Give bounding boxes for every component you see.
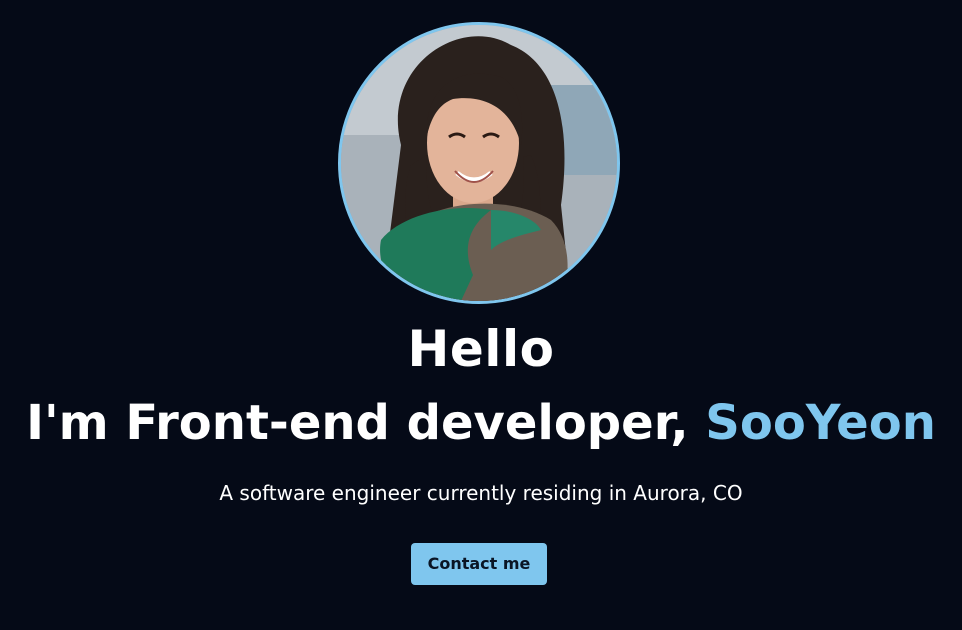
developer-name: SooYeon xyxy=(705,395,936,451)
profile-avatar xyxy=(338,22,620,304)
profile-photo-illustration xyxy=(341,25,617,301)
headline-prefix: I'm Front-end developer, xyxy=(26,395,706,451)
hero-section: Hello I'm Front-end developer, SooYeon A… xyxy=(0,0,962,630)
headline: I'm Front-end developer, SooYeon xyxy=(0,388,962,458)
subtitle: A software engineer currently residing i… xyxy=(219,481,743,505)
greeting-heading: Hello xyxy=(407,320,555,378)
contact-me-button[interactable]: Contact me xyxy=(411,543,547,585)
